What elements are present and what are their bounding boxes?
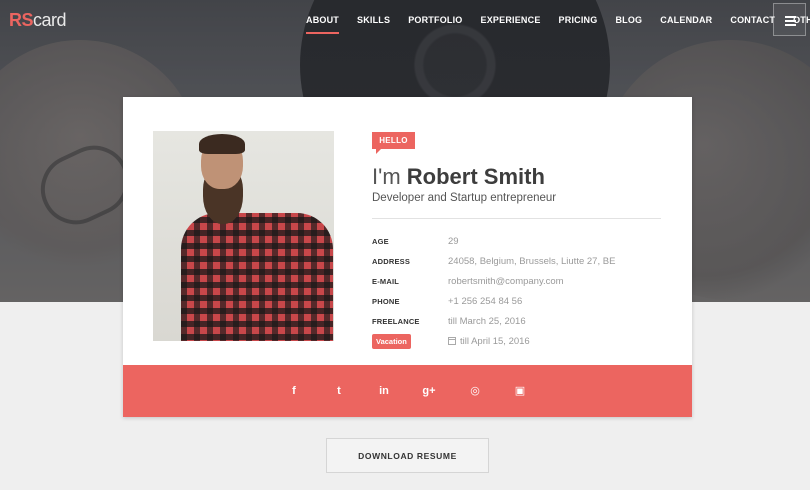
hamburger-line (785, 20, 796, 22)
site-logo[interactable]: RScard (9, 10, 67, 31)
detail-label: PHONE (372, 297, 400, 306)
photo-hair (199, 134, 245, 154)
logo-primary: RS (9, 10, 34, 30)
profile-photo (153, 131, 334, 341)
download-resume-button[interactable]: DOWNLOAD RESUME (326, 438, 489, 473)
nav-portfolio[interactable]: PORTFOLIO (399, 0, 471, 40)
main-nav: ABOUT SKILLS PORTFOLIO EXPERIENCE PRICIN… (297, 0, 810, 40)
hamburger-menu-button[interactable] (773, 3, 806, 36)
detail-value: 29 (448, 236, 459, 247)
detail-label: FREELANCE (372, 317, 420, 326)
hamburger-line (785, 16, 796, 18)
detail-row-email: E-MAIL robertsmith@company.com (372, 275, 672, 295)
social-bar: f t in g+ ◎ ▣ (123, 365, 692, 417)
nav-about[interactable]: ABOUT (297, 0, 348, 40)
logo-secondary: card (33, 10, 67, 30)
photo-shirt (181, 213, 333, 341)
name-prefix: I'm (372, 164, 401, 189)
google-plus-icon[interactable]: g+ (421, 383, 437, 399)
nav-skills[interactable]: SKILLS (348, 0, 399, 40)
vacation-date: till April 15, 2016 (460, 336, 530, 347)
detail-row-address: ADDRESS 24058, Belgium, Brussels, Liutte… (372, 255, 672, 275)
vacation-badge: Vacation (372, 334, 411, 349)
detail-label: AGE (372, 237, 389, 246)
detail-row-freelance: FREELANCE till March 25, 2016 (372, 315, 672, 335)
profile-title: Developer and Startup entrepreneur (372, 192, 557, 204)
detail-value: 24058, Belgium, Brussels, Liutte 27, BE (448, 256, 616, 267)
vacation-value: till April 15, 2016 (448, 336, 530, 347)
nav-pricing[interactable]: PRICING (550, 0, 607, 40)
profile-name: I'm Robert Smith (372, 164, 545, 190)
linkedin-icon[interactable]: in (376, 383, 392, 399)
detail-label: ADDRESS (372, 257, 411, 266)
detail-row-phone: PHONE +1 256 254 84 56 (372, 295, 672, 315)
profile-details: AGE 29 ADDRESS 24058, Belgium, Brussels,… (372, 235, 672, 355)
detail-row-age: AGE 29 (372, 235, 672, 255)
hamburger-line (785, 24, 796, 26)
instagram-icon[interactable]: ▣ (512, 383, 528, 399)
detail-value: +1 256 254 84 56 (448, 296, 523, 307)
email-link[interactable]: robertsmith@company.com (448, 276, 564, 287)
hello-badge: HELLO (372, 132, 415, 154)
nav-experience[interactable]: EXPERIENCE (472, 0, 550, 40)
nav-calendar[interactable]: CALENDAR (651, 0, 721, 40)
nav-blog[interactable]: BLOG (606, 0, 651, 40)
detail-value: till March 25, 2016 (448, 316, 526, 327)
divider (372, 218, 661, 219)
profile-card: HELLO I'm Robert Smith Developer and Sta… (123, 97, 692, 417)
name-full: Robert Smith (406, 164, 545, 189)
twitter-icon[interactable]: t (331, 383, 347, 399)
detail-row-vacation: Vacation till April 15, 2016 (372, 334, 672, 355)
dribbble-icon[interactable]: ◎ (467, 383, 483, 399)
calendar-icon (448, 337, 456, 345)
detail-label: E-MAIL (372, 277, 400, 286)
facebook-icon[interactable]: f (286, 383, 302, 399)
